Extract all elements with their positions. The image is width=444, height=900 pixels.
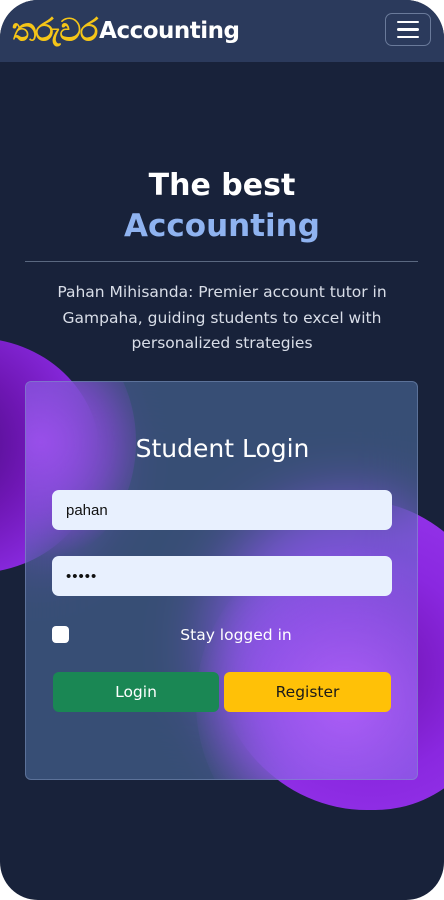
- hero-divider: [25, 261, 418, 262]
- stay-logged-in-label: Stay logged in: [180, 626, 292, 644]
- menu-toggle-button[interactable]: [385, 13, 431, 46]
- stay-logged-in-checkbox[interactable]: [52, 626, 69, 643]
- hero-title: The best: [148, 168, 296, 203]
- password-input[interactable]: [52, 556, 392, 596]
- card-glow-left: [26, 382, 136, 562]
- hamburger-menu-icon: [397, 28, 419, 31]
- navbar: තරුවර Accounting: [0, 0, 444, 62]
- app-screen: තරුවර Accounting The best Accounting Pah…: [0, 0, 444, 900]
- hamburger-menu-icon: [397, 35, 419, 39]
- username-input[interactable]: [52, 490, 392, 530]
- hero-tagline: Pahan Mihisanda: Premier account tutor i…: [57, 283, 387, 352]
- brand-logo[interactable]: තරුවර Accounting: [12, 12, 240, 49]
- login-title: Student Login: [135, 434, 310, 463]
- register-button[interactable]: Register: [224, 672, 391, 712]
- hero-accent-title: Accounting: [124, 208, 320, 244]
- hamburger-menu-icon: [397, 20, 419, 24]
- brand-text: Accounting: [99, 18, 240, 44]
- login-card: Student Login Stay logged in Login Regis…: [25, 381, 418, 780]
- login-button[interactable]: Login: [53, 672, 219, 712]
- brand-script-text: තරුවර: [12, 12, 98, 49]
